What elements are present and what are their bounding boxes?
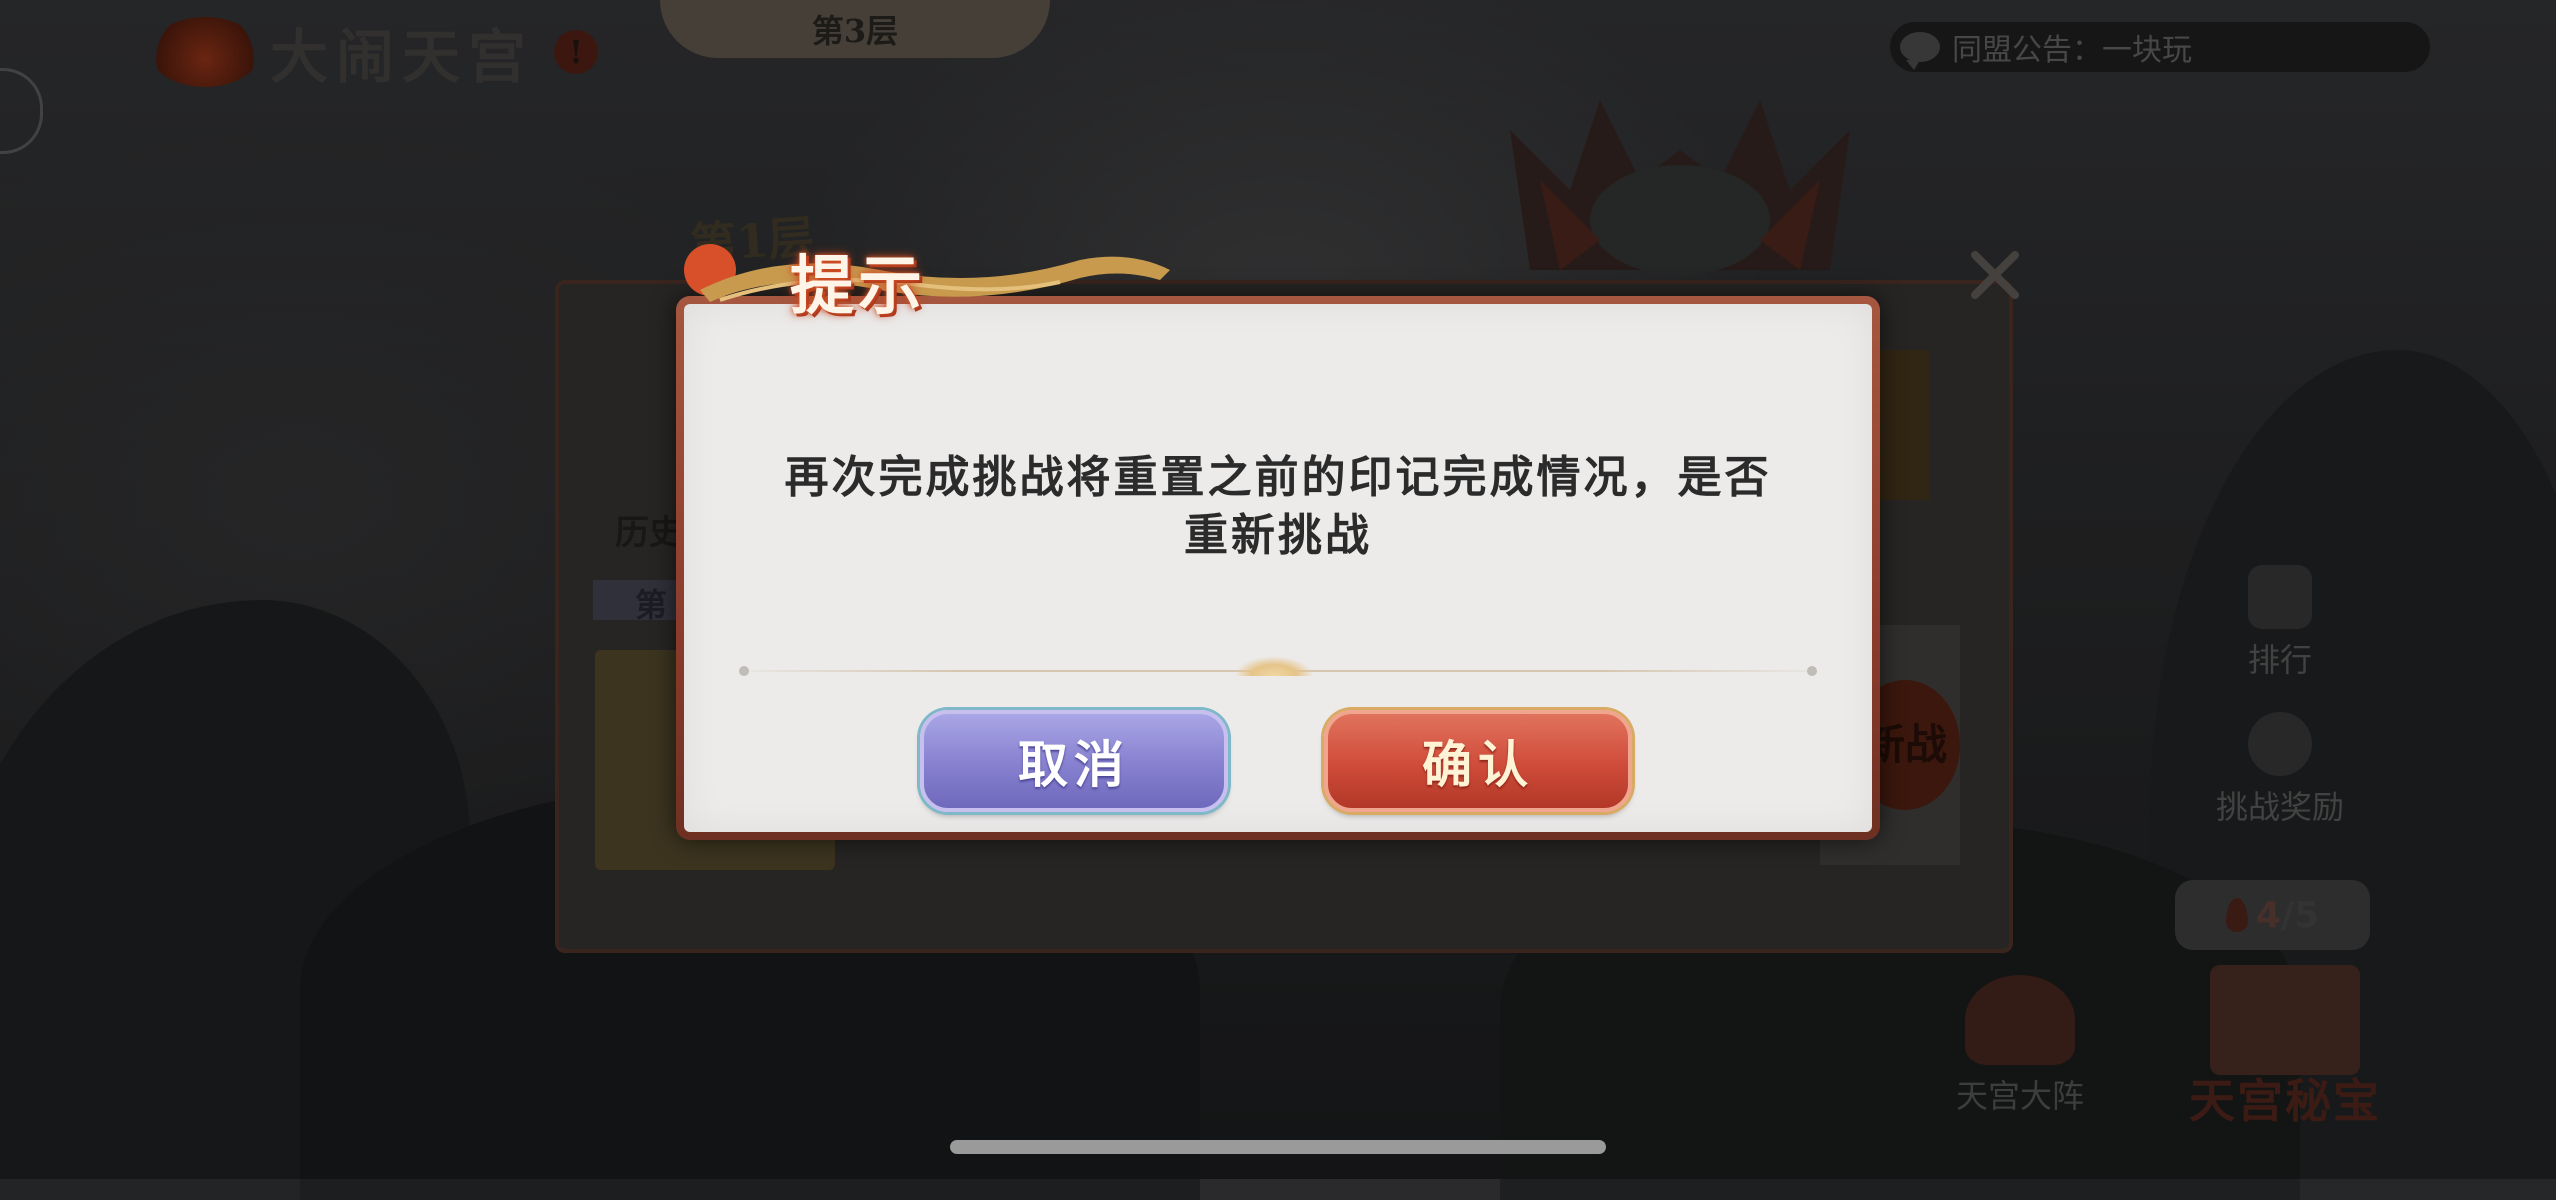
- divider-dot: [1807, 666, 1817, 676]
- confirm-dialog: 再次完成挑战将重置之前的印记完成情况，是否重新挑战 取消 确认: [676, 296, 1880, 840]
- dialog-message: 再次完成挑战将重置之前的印记完成情况，是否重新挑战: [784, 452, 1772, 561]
- home-indicator[interactable]: [950, 1140, 1606, 1154]
- dialog-body: 再次完成挑战将重置之前的印记完成情况，是否重新挑战 取消 确认: [684, 304, 1872, 832]
- dialog-title: 提示: [790, 249, 926, 324]
- confirm-button[interactable]: 确认: [1324, 710, 1632, 812]
- divider-ornament: [1234, 656, 1314, 676]
- cancel-button[interactable]: 取消: [920, 710, 1228, 812]
- divider-dot: [739, 666, 749, 676]
